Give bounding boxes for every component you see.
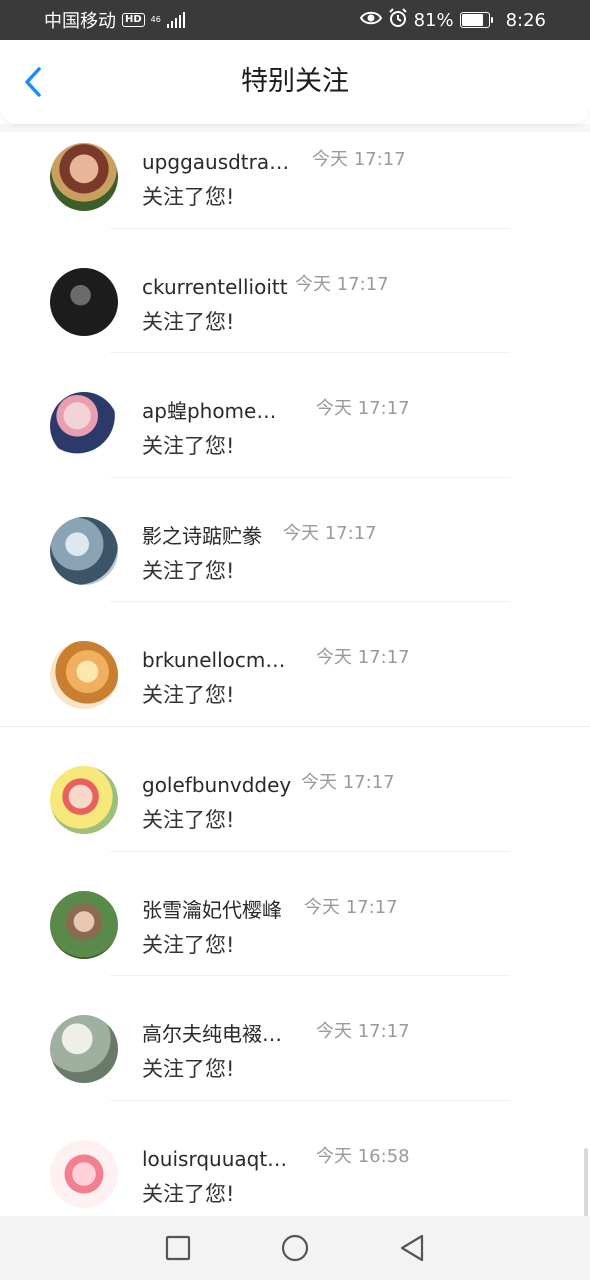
follow-message: 关注了您! bbox=[142, 309, 235, 334]
follow-list[interactable]: upggausdtraliua 今天 17:17 关注了您! ckurrentelli… bbox=[0, 124, 590, 1216]
divider bbox=[110, 850, 510, 852]
user-name[interactable]: golefbunvddey bbox=[142, 771, 291, 799]
list-item[interactable]: golefbunvddey 今天 17:17 关注了您! bbox=[0, 755, 590, 880]
follow-message: 关注了您! bbox=[142, 683, 235, 708]
divider bbox=[110, 352, 510, 354]
timestamp: 今天 17:17 bbox=[316, 1021, 410, 1043]
user-name[interactable]: 张雪瀹妃代樱峰 bbox=[142, 896, 282, 924]
follow-message: 关注了您! bbox=[142, 434, 235, 459]
list-item[interactable]: 影之诗踮贮豢 今天 17:17 关注了您! bbox=[0, 506, 590, 631]
follow-message: 关注了您! bbox=[142, 558, 235, 583]
divider bbox=[110, 476, 510, 478]
hd-icon: HD bbox=[122, 13, 145, 27]
home-button[interactable] bbox=[275, 1228, 315, 1268]
status-bar: 中国移动 HD 46 81% 8:26 bbox=[0, 0, 590, 40]
eye-icon bbox=[359, 10, 382, 31]
avatar[interactable] bbox=[50, 765, 118, 834]
timestamp: 今天 17:17 bbox=[283, 522, 377, 544]
divider bbox=[110, 975, 510, 977]
app-header: 特别关注 bbox=[0, 40, 590, 124]
carrier-label: 中国移动 bbox=[44, 11, 116, 32]
divider bbox=[110, 227, 510, 229]
battery-fill bbox=[461, 14, 483, 26]
page-title: 特别关注 bbox=[241, 66, 349, 97]
list-item[interactable]: ap蝗phome获… 今天 17:17 关注了您! bbox=[0, 381, 590, 506]
square-icon bbox=[166, 1235, 191, 1261]
user-name[interactable]: 影之诗踮贮豢 bbox=[142, 522, 262, 550]
avatar[interactable] bbox=[50, 392, 118, 461]
list-item[interactable]: brkunellocmu… 今天 17:17 关注了您! bbox=[0, 630, 590, 755]
user-name[interactable]: brkunellocmu… bbox=[142, 646, 294, 674]
alarm-icon bbox=[388, 7, 408, 33]
list-item[interactable]: 张雪瀹妃代樱峰 今天 17:17 关注了您! bbox=[0, 880, 590, 1005]
follow-message: 关注了您! bbox=[142, 932, 235, 957]
follow-list-content: upggausdtraliua 今天 17:17 关注了您! ckurrentelli… bbox=[0, 132, 590, 1216]
list-item[interactable]: upggausdtraliua 今天 17:17 关注了您! bbox=[0, 132, 590, 257]
avatar[interactable] bbox=[50, 267, 118, 336]
timestamp: 今天 16:58 bbox=[316, 1145, 410, 1167]
follow-message: 关注了您! bbox=[142, 185, 235, 209]
status-left: 中国移动 HD 46 bbox=[44, 7, 185, 33]
list-item[interactable]: 高尔夫纯电裰… 今天 17:17 关注了您! bbox=[0, 1004, 590, 1129]
recents-button[interactable] bbox=[158, 1228, 198, 1268]
user-name[interactable]: louisrquuaqto… bbox=[142, 1145, 294, 1173]
clock-label: 8:26 bbox=[505, 9, 546, 31]
divider bbox=[110, 1099, 510, 1101]
divider bbox=[0, 725, 590, 727]
divider bbox=[110, 601, 510, 603]
timestamp: 今天 17:17 bbox=[301, 771, 395, 793]
user-name[interactable]: upggausdtraliua bbox=[142, 148, 294, 176]
list-item[interactable]: ckurrentellioitt 今天 17:17 关注了您! bbox=[0, 257, 590, 382]
nav-back-button[interactable] bbox=[392, 1228, 432, 1268]
follow-message: 关注了您! bbox=[142, 1057, 235, 1082]
battery-percent: 81% bbox=[413, 9, 454, 31]
signal-icon bbox=[166, 12, 185, 28]
timestamp: 今天 17:17 bbox=[295, 273, 389, 295]
circle-icon bbox=[281, 1234, 309, 1262]
status-right: 81% 8:26 bbox=[359, 7, 546, 33]
follow-message: 关注了您! bbox=[142, 1181, 235, 1206]
user-name[interactable]: ckurrentellioitt bbox=[142, 273, 288, 301]
user-name[interactable]: 高尔夫纯电裰… bbox=[142, 1020, 282, 1048]
avatar[interactable] bbox=[50, 516, 118, 585]
triangle-back-icon bbox=[400, 1234, 423, 1262]
scrollbar[interactable] bbox=[584, 1148, 588, 1216]
avatar[interactable] bbox=[50, 890, 118, 959]
battery-icon bbox=[459, 12, 493, 28]
system-nav-bar bbox=[0, 1216, 590, 1280]
timestamp: 今天 17:17 bbox=[316, 647, 410, 669]
user-name[interactable]: ap蝗phome获… bbox=[142, 397, 294, 425]
follow-message: 关注了您! bbox=[142, 807, 235, 832]
timestamp: 今天 17:17 bbox=[304, 896, 398, 918]
timestamp: 今天 17:17 bbox=[312, 149, 406, 170]
avatar[interactable] bbox=[50, 1015, 118, 1084]
avatar[interactable] bbox=[50, 143, 118, 211]
network-type-label: 46 bbox=[150, 15, 161, 24]
timestamp: 今天 17:17 bbox=[316, 398, 410, 420]
avatar[interactable] bbox=[50, 641, 118, 710]
list-item[interactable]: louisrquuaqto… 今天 16:58 关注了您! bbox=[0, 1129, 590, 1216]
avatar[interactable] bbox=[50, 1139, 118, 1208]
